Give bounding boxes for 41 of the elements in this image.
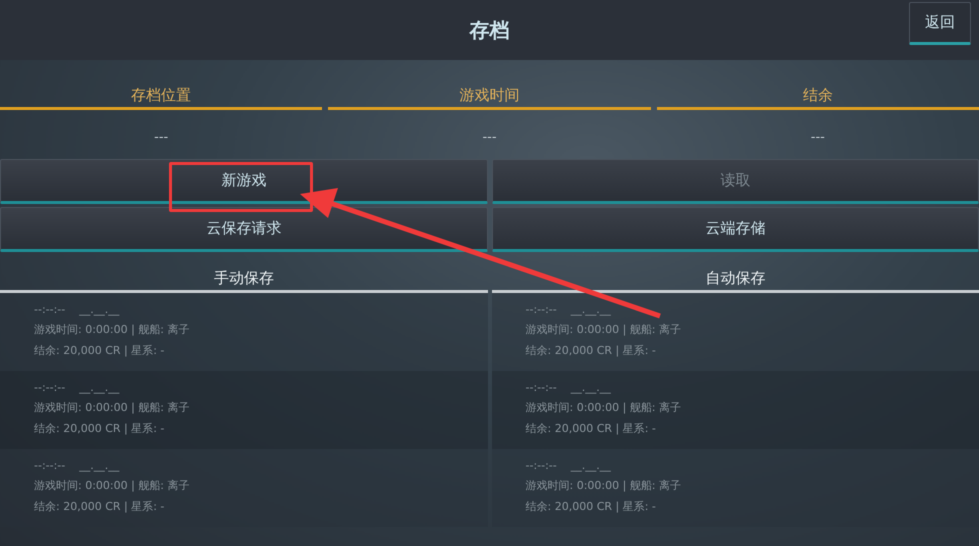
slot-balance-info: 结余: 20,000 CR | 星系: - [526, 343, 657, 358]
menu-button[interactable]: 新游戏 [0, 159, 488, 204]
column-value: --- [810, 130, 825, 147]
slot-date: __.__.__ [570, 459, 611, 472]
slot-time: --:--:-- [34, 459, 66, 472]
column-value: --- [482, 130, 497, 147]
slot-balance-info: 结余: 20,000 CR | 星系: - [526, 499, 657, 514]
slot-play-info: 游戏时间: 0:00:00 | 舰船: 离子 [34, 400, 191, 415]
save-slot[interactable]: --:--:-- __.__.__ 游戏时间: 0:00:00 | 舰船: 离子 结余: 20,000 CR | 星系: - [492, 371, 979, 449]
slot-time: --:--:-- [526, 381, 557, 394]
slot-balance-info: 结余: 20,000 CR | 星系: - [34, 421, 166, 436]
slot-time: --:--:-- [34, 303, 66, 316]
slot-date: __.__.__ [79, 459, 120, 472]
menu-button[interactable]: 云保存请求 [0, 207, 488, 252]
slot-date: __.__.__ [79, 303, 120, 316]
slot-play-info: 游戏时间: 0:00:00 | 舰船: 离子 [526, 478, 682, 493]
column-header: 结余 [656, 86, 979, 110]
slot-balance-info: 结余: 20,000 CR | 星系: - [34, 499, 166, 514]
column-value: --- [154, 130, 168, 147]
slot-time: --:--:-- [34, 381, 66, 394]
slot-date: __.__.__ [570, 303, 611, 316]
save-slot[interactable]: --:--:-- __.__.__ 游戏时间: 0:00:00 | 舰船: 离子 结余: 20,000 CR | 星系: - [492, 449, 979, 527]
screen-title: 存档 [470, 16, 510, 44]
column-header: 存档位置 [0, 86, 322, 110]
column-header: 游戏时间 [328, 86, 651, 110]
slot-play-info: 游戏时间: 0:00:00 | 舰船: 离子 [526, 322, 682, 337]
menu-button[interactable]: 云端存储 [492, 207, 979, 252]
slot-balance-info: 结余: 20,000 CR | 星系: - [34, 343, 166, 358]
slot-balance-info: 结余: 20,000 CR | 星系: - [526, 421, 657, 436]
slot-play-info: 游戏时间: 0:00:00 | 舰船: 离子 [34, 322, 191, 337]
slot-date: __.__.__ [570, 381, 611, 394]
save-slot[interactable]: --:--:-- __.__.__ 游戏时间: 0:00:00 | 舰船: 离子 结余: 20,000 CR | 星系: - [492, 293, 979, 371]
section-header: 手动保存 [0, 255, 488, 293]
slot-play-info: 游戏时间: 0:00:00 | 舰船: 离子 [526, 400, 682, 415]
section-header: 自动保存 [492, 255, 979, 293]
slot-time: --:--:-- [526, 303, 557, 316]
slot-play-info: 游戏时间: 0:00:00 | 舰船: 离子 [34, 478, 191, 493]
slot-date: __.__.__ [79, 381, 120, 394]
slot-time: --:--:-- [526, 459, 557, 472]
back-button[interactable]: 返回 [909, 2, 971, 45]
save-slot[interactable]: --:--:-- __.__.__ 游戏时间: 0:00:00 | 舰船: 离子 结余: 20,000 CR | 星系: - [0, 371, 488, 449]
